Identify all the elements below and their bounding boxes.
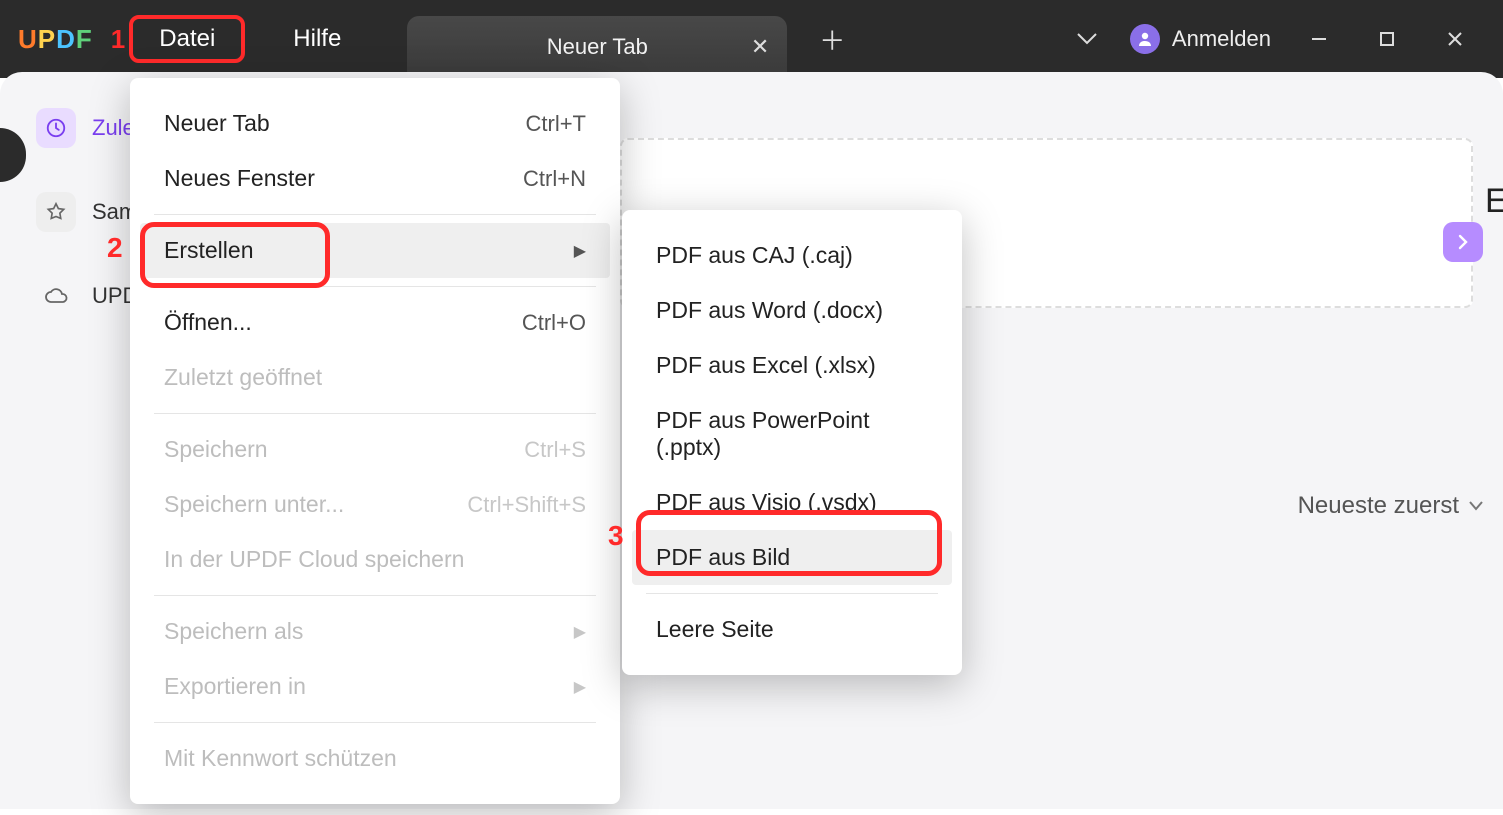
file-menu-item-label: Exportieren in [164,673,306,700]
window-close-button[interactable] [1427,16,1483,62]
chevron-right-icon: ▶ [574,677,586,697]
menu-shortcut: Ctrl+T [526,111,587,137]
sidebar-item-collections[interactable]: Sam [36,192,140,232]
sidebar-item-cloud[interactable]: UPD [36,276,140,316]
create-submenu-item[interactable]: PDF aus Excel (.xlsx) [632,338,952,393]
create-submenu-item-label: PDF aus Word (.docx) [656,297,883,324]
create-submenu-item-label: PDF aus CAJ (.caj) [656,242,853,269]
create-submenu-item[interactable]: PDF aus Bild [632,530,952,585]
file-menu-item-label: Erstellen [164,237,253,264]
menu-shortcut: Ctrl+Shift+S [467,492,586,518]
file-menu-item: Speichern als ▶ [140,604,610,659]
tab-title: Neuer Tab [547,34,648,60]
clock-icon [36,108,76,148]
file-menu-item: Speichern unter... Ctrl+Shift+S [140,477,610,532]
create-submenu-item[interactable]: Leere Seite [632,602,952,657]
app-logo: UPDF [0,0,111,78]
file-menu-item-label: Speichern [164,436,268,463]
create-submenu-item-label: PDF aus Visio (.vsdx) [656,489,877,516]
file-menu-separator [154,722,596,723]
close-icon[interactable]: ✕ [751,34,769,60]
title-bar: UPDF 1 Datei Hilfe Neuer Tab ✕ ＋ Anmelde… [0,0,1503,78]
new-tab-button[interactable]: ＋ [809,16,855,62]
chevron-right-icon: ▶ [574,241,586,261]
create-submenu-item-label: PDF aus Excel (.xlsx) [656,352,876,379]
cloud-icon [36,276,76,316]
star-icon [36,192,76,232]
menu-file-label: Datei [159,25,215,53]
menu-shortcut: Ctrl+S [524,437,586,463]
sort-dropdown[interactable]: Neueste zuerst [1153,492,1483,520]
file-menu-item[interactable]: Erstellen ▶ [140,223,610,278]
menu-help-label: Hilfe [293,25,341,53]
file-menu-item[interactable]: Neuer Tab Ctrl+T [140,96,610,151]
account-label: Anmelden [1172,26,1271,52]
account-button[interactable]: Anmelden [1122,24,1279,54]
file-menu-item: Speichern Ctrl+S [140,422,610,477]
create-submenu: PDF aus CAJ (.caj) PDF aus Word (.docx) PD… [622,210,962,675]
chevron-down-icon[interactable] [1064,16,1110,62]
file-menu-item: Exportieren in ▶ [140,659,610,714]
file-menu-separator [154,413,596,414]
file-menu: Neuer Tab Ctrl+T Neues Fenster Ctrl+N Erstel… [130,78,620,804]
window-maximize-button[interactable] [1359,16,1415,62]
window-minimize-button[interactable] [1291,16,1347,62]
file-menu-item-label: Speichern als [164,618,303,645]
create-submenu-item[interactable]: PDF aus Word (.docx) [632,283,952,338]
menu-help[interactable]: Hilfe [267,19,367,59]
file-menu-item: Mit Kennwort schützen [140,731,610,786]
menu-file[interactable]: Datei [129,15,245,63]
sidebar: Zule Sam UPD [0,72,140,809]
more-button[interactable] [1443,222,1483,262]
cropped-header-letter: E [1485,182,1503,221]
caret-down-icon [1469,501,1483,511]
create-submenu-item-label: PDF aus Bild [656,544,790,571]
create-submenu-item-label: PDF aus PowerPoint (.pptx) [656,407,928,461]
annotation-3: 3 [608,520,624,552]
create-submenu-item[interactable]: PDF aus PowerPoint (.pptx) [632,393,952,475]
sidebar-item-label: Zule [92,115,135,141]
file-menu-item: In der UPDF Cloud speichern [140,532,610,587]
sidebar-item-recent[interactable]: Zule [36,108,140,148]
create-submenu-item-label: Leere Seite [656,616,774,643]
file-menu-separator [154,286,596,287]
content-right: Neueste zuerst [1153,222,1483,520]
avatar-icon [1130,24,1160,54]
file-menu-item-label: Mit Kennwort schützen [164,745,397,772]
tab-new[interactable]: Neuer Tab ✕ [407,16,787,78]
chevron-right-icon: ▶ [574,622,586,642]
title-bar-right: Anmelden [1064,0,1503,78]
file-menu-separator [154,595,596,596]
create-submenu-item[interactable]: PDF aus CAJ (.caj) [632,228,952,283]
file-menu-item-label: Zuletzt geöffnet [164,364,322,391]
file-menu-item[interactable]: Neues Fenster Ctrl+N [140,151,610,206]
file-menu-item-label: Öffnen... [164,309,252,336]
sort-label: Neueste zuerst [1298,492,1459,520]
create-submenu-separator [646,593,938,594]
file-menu-item-label: In der UPDF Cloud speichern [164,546,464,573]
file-menu-item-label: Neues Fenster [164,165,315,192]
menu-shortcut: Ctrl+N [523,166,586,192]
file-menu-item: Zuletzt geöffnet [140,350,610,405]
file-menu-item-label: Speichern unter... [164,491,344,518]
file-menu-separator [154,214,596,215]
menu-shortcut: Ctrl+O [522,310,586,336]
file-menu-item[interactable]: Öffnen... Ctrl+O [140,295,610,350]
file-menu-item-label: Neuer Tab [164,110,270,137]
annotation-2: 2 [107,232,123,264]
annotation-1: 1 [111,24,125,55]
create-submenu-item[interactable]: PDF aus Visio (.vsdx) [632,475,952,530]
